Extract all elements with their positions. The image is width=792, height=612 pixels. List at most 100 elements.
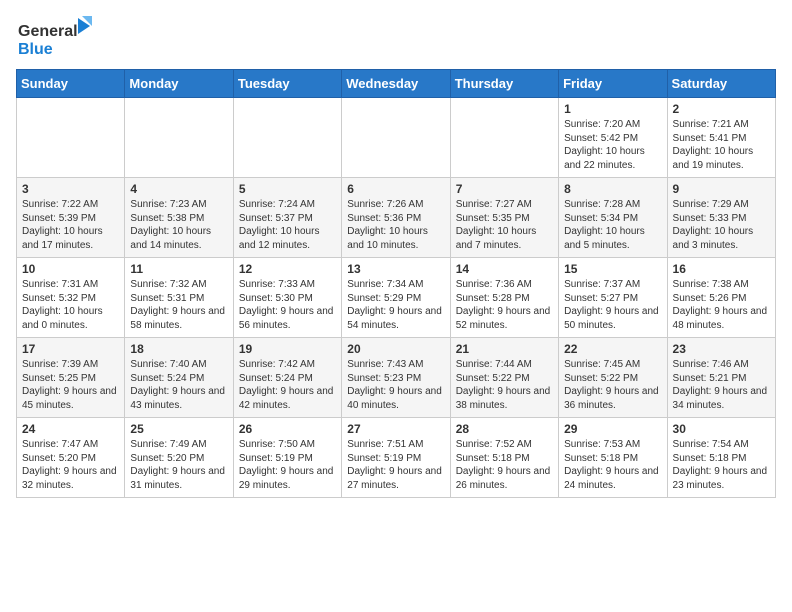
cell-info: Sunrise: 7:46 AM Sunset: 5:21 PM Dayligh… bbox=[673, 358, 770, 412]
calendar-cell: 14Sunrise: 7:36 AM Sunset: 5:28 PM Dayli… bbox=[450, 258, 558, 338]
day-number: 23 bbox=[673, 342, 770, 356]
cell-info: Sunrise: 7:24 AM Sunset: 5:37 PM Dayligh… bbox=[239, 198, 336, 252]
cell-info: Sunrise: 7:26 AM Sunset: 5:36 PM Dayligh… bbox=[347, 198, 444, 252]
calendar-table: SundayMondayTuesdayWednesdayThursdayFrid… bbox=[16, 69, 776, 498]
page-header: GeneralBlue bbox=[16, 16, 776, 61]
calendar-week-3: 10Sunrise: 7:31 AM Sunset: 5:32 PM Dayli… bbox=[17, 258, 776, 338]
cell-info: Sunrise: 7:34 AM Sunset: 5:29 PM Dayligh… bbox=[347, 278, 444, 332]
day-number: 8 bbox=[564, 182, 661, 196]
cell-info: Sunrise: 7:51 AM Sunset: 5:19 PM Dayligh… bbox=[347, 438, 444, 492]
calendar-cell: 12Sunrise: 7:33 AM Sunset: 5:30 PM Dayli… bbox=[233, 258, 341, 338]
cell-info: Sunrise: 7:33 AM Sunset: 5:30 PM Dayligh… bbox=[239, 278, 336, 332]
calendar-body: 1 Sunrise: 7:20 AM Sunset: 5:42 PM Daylig… bbox=[17, 98, 776, 498]
cell-info: Sunrise: 7:40 AM Sunset: 5:24 PM Dayligh… bbox=[130, 358, 227, 412]
day-number: 29 bbox=[564, 422, 661, 436]
calendar-cell: 29 Sunrise: 7:53 AM Sunset: 5:18 PM Dayli… bbox=[559, 418, 667, 498]
calendar-cell: 26 Sunrise: 7:50 AM Sunset: 5:19 PM Dayli… bbox=[233, 418, 341, 498]
calendar-cell: 6Sunrise: 7:26 AM Sunset: 5:36 PM Daylig… bbox=[342, 178, 450, 258]
day-number: 20 bbox=[347, 342, 444, 356]
cell-info: Sunrise: 7:22 AM Sunset: 5:39 PM Dayligh… bbox=[22, 198, 119, 252]
calendar-cell: 13 Sunrise: 7:34 AM Sunset: 5:29 PM Dayli… bbox=[342, 258, 450, 338]
calendar-cell: 2 Sunrise: 7:21 AM Sunset: 5:41 PM Daylig… bbox=[667, 98, 775, 178]
calendar-cell: 15Sunrise: 7:37 AM Sunset: 5:27 PM Dayli… bbox=[559, 258, 667, 338]
calendar-cell: 21 Sunrise: 7:44 AM Sunset: 5:22 PM Dayli… bbox=[450, 338, 558, 418]
cell-info: Sunrise: 7:54 AM Sunset: 5:18 PM Dayligh… bbox=[673, 438, 770, 492]
calendar-week-4: 17 Sunrise: 7:39 AM Sunset: 5:25 PM Dayli… bbox=[17, 338, 776, 418]
calendar-cell bbox=[450, 98, 558, 178]
day-number: 26 bbox=[239, 422, 336, 436]
day-number: 25 bbox=[130, 422, 227, 436]
cell-info: Sunrise: 7:23 AM Sunset: 5:38 PM Dayligh… bbox=[130, 198, 227, 252]
day-number: 24 bbox=[22, 422, 119, 436]
day-number: 2 bbox=[673, 102, 770, 116]
calendar-cell: 11 Sunrise: 7:32 AM Sunset: 5:31 PM Dayli… bbox=[125, 258, 233, 338]
calendar-cell: 19 Sunrise: 7:42 AM Sunset: 5:24 PM Dayli… bbox=[233, 338, 341, 418]
cell-info: Sunrise: 7:42 AM Sunset: 5:24 PM Dayligh… bbox=[239, 358, 336, 412]
calendar-cell: 8 Sunrise: 7:28 AM Sunset: 5:34 PM Daylig… bbox=[559, 178, 667, 258]
cell-info: Sunrise: 7:36 AM Sunset: 5:28 PM Dayligh… bbox=[456, 278, 553, 332]
cell-info: Sunrise: 7:45 AM Sunset: 5:22 PM Dayligh… bbox=[564, 358, 661, 412]
calendar-cell: 20 Sunrise: 7:43 AM Sunset: 5:23 PM Dayli… bbox=[342, 338, 450, 418]
calendar-cell bbox=[342, 98, 450, 178]
day-number: 21 bbox=[456, 342, 553, 356]
cell-info: Sunrise: 7:27 AM Sunset: 5:35 PM Dayligh… bbox=[456, 198, 553, 252]
day-number: 5 bbox=[239, 182, 336, 196]
calendar-cell: 9 Sunrise: 7:29 AM Sunset: 5:33 PM Daylig… bbox=[667, 178, 775, 258]
day-number: 11 bbox=[130, 262, 227, 276]
day-number: 17 bbox=[22, 342, 119, 356]
day-number: 16 bbox=[673, 262, 770, 276]
cell-info: Sunrise: 7:21 AM Sunset: 5:41 PM Dayligh… bbox=[673, 118, 770, 172]
day-number: 28 bbox=[456, 422, 553, 436]
day-number: 27 bbox=[347, 422, 444, 436]
cell-info: Sunrise: 7:43 AM Sunset: 5:23 PM Dayligh… bbox=[347, 358, 444, 412]
day-number: 1 bbox=[564, 102, 661, 116]
cell-info: Sunrise: 7:28 AM Sunset: 5:34 PM Dayligh… bbox=[564, 198, 661, 252]
column-header-wednesday: Wednesday bbox=[342, 70, 450, 98]
column-header-monday: Monday bbox=[125, 70, 233, 98]
calendar-cell bbox=[17, 98, 125, 178]
cell-info: Sunrise: 7:50 AM Sunset: 5:19 PM Dayligh… bbox=[239, 438, 336, 492]
calendar-cell: 18 Sunrise: 7:40 AM Sunset: 5:24 PM Dayli… bbox=[125, 338, 233, 418]
calendar-cell: 3 Sunrise: 7:22 AM Sunset: 5:39 PM Daylig… bbox=[17, 178, 125, 258]
calendar-cell bbox=[125, 98, 233, 178]
calendar-cell: 17 Sunrise: 7:39 AM Sunset: 5:25 PM Dayli… bbox=[17, 338, 125, 418]
day-number: 9 bbox=[673, 182, 770, 196]
logo: GeneralBlue bbox=[16, 16, 96, 61]
cell-info: Sunrise: 7:44 AM Sunset: 5:22 PM Dayligh… bbox=[456, 358, 553, 412]
cell-info: Sunrise: 7:53 AM Sunset: 5:18 PM Dayligh… bbox=[564, 438, 661, 492]
day-number: 18 bbox=[130, 342, 227, 356]
calendar-cell: 22Sunrise: 7:45 AM Sunset: 5:22 PM Dayli… bbox=[559, 338, 667, 418]
logo-svg: GeneralBlue bbox=[16, 16, 96, 61]
cell-info: Sunrise: 7:29 AM Sunset: 5:33 PM Dayligh… bbox=[673, 198, 770, 252]
calendar-header-row: SundayMondayTuesdayWednesdayThursdayFrid… bbox=[17, 70, 776, 98]
day-number: 10 bbox=[22, 262, 119, 276]
calendar-week-2: 3 Sunrise: 7:22 AM Sunset: 5:39 PM Daylig… bbox=[17, 178, 776, 258]
calendar-week-5: 24 Sunrise: 7:47 AM Sunset: 5:20 PM Dayli… bbox=[17, 418, 776, 498]
day-number: 3 bbox=[22, 182, 119, 196]
cell-info: Sunrise: 7:32 AM Sunset: 5:31 PM Dayligh… bbox=[130, 278, 227, 332]
calendar-cell: 1 Sunrise: 7:20 AM Sunset: 5:42 PM Daylig… bbox=[559, 98, 667, 178]
day-number: 19 bbox=[239, 342, 336, 356]
calendar-cell: 25 Sunrise: 7:49 AM Sunset: 5:20 PM Dayli… bbox=[125, 418, 233, 498]
cell-info: Sunrise: 7:47 AM Sunset: 5:20 PM Dayligh… bbox=[22, 438, 119, 492]
cell-info: Sunrise: 7:39 AM Sunset: 5:25 PM Dayligh… bbox=[22, 358, 119, 412]
day-number: 13 bbox=[347, 262, 444, 276]
calendar-cell: 16Sunrise: 7:38 AM Sunset: 5:26 PM Dayli… bbox=[667, 258, 775, 338]
day-number: 4 bbox=[130, 182, 227, 196]
calendar-cell: 24 Sunrise: 7:47 AM Sunset: 5:20 PM Dayli… bbox=[17, 418, 125, 498]
column-header-friday: Friday bbox=[559, 70, 667, 98]
cell-info: Sunrise: 7:37 AM Sunset: 5:27 PM Dayligh… bbox=[564, 278, 661, 332]
column-header-saturday: Saturday bbox=[667, 70, 775, 98]
cell-info: Sunrise: 7:20 AM Sunset: 5:42 PM Dayligh… bbox=[564, 118, 661, 172]
column-header-tuesday: Tuesday bbox=[233, 70, 341, 98]
day-number: 7 bbox=[456, 182, 553, 196]
column-header-sunday: Sunday bbox=[17, 70, 125, 98]
cell-info: Sunrise: 7:52 AM Sunset: 5:18 PM Dayligh… bbox=[456, 438, 553, 492]
cell-info: Sunrise: 7:49 AM Sunset: 5:20 PM Dayligh… bbox=[130, 438, 227, 492]
calendar-cell: 4 Sunrise: 7:23 AM Sunset: 5:38 PM Daylig… bbox=[125, 178, 233, 258]
column-header-thursday: Thursday bbox=[450, 70, 558, 98]
calendar-cell: 28 Sunrise: 7:52 AM Sunset: 5:18 PM Dayli… bbox=[450, 418, 558, 498]
calendar-cell: 10Sunrise: 7:31 AM Sunset: 5:32 PM Dayli… bbox=[17, 258, 125, 338]
calendar-cell: 23 Sunrise: 7:46 AM Sunset: 5:21 PM Dayli… bbox=[667, 338, 775, 418]
svg-text:General: General bbox=[18, 23, 78, 40]
